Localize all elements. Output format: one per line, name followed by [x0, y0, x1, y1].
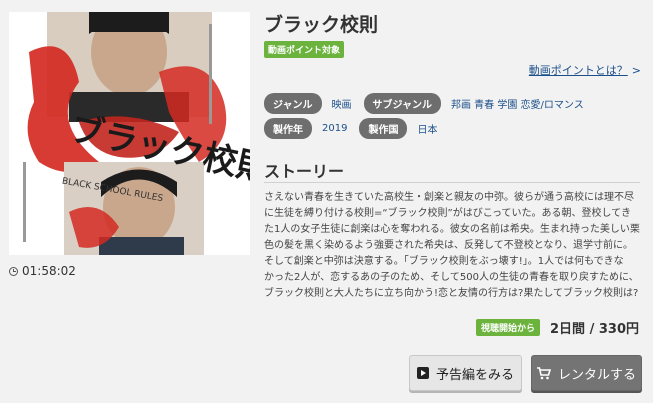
- movie-poster: ブラック校則 BLACK SCHOOL RULES: [9, 12, 250, 255]
- viewing-start-badge: 視聴開始から: [476, 319, 541, 336]
- poster-art: ブラック校則 BLACK SCHOOL RULES: [9, 12, 250, 255]
- year-label: 製作年: [264, 118, 312, 139]
- story-heading: ストーリー: [264, 162, 345, 181]
- chevron-right-icon: >: [631, 64, 641, 77]
- clock-icon: [9, 266, 18, 276]
- year-value[interactable]: 2019: [322, 123, 347, 134]
- rental-price: 2日間 / 330円: [550, 322, 639, 337]
- subgenre-value[interactable]: 邦画 青春 学園 恋愛/ロマンス: [451, 96, 584, 111]
- page-title: ブラック校則: [264, 14, 379, 36]
- story-text: さえない青春を生きていた高校生・創楽と親友の中弥。彼らが通う高校には理不尽 に生…: [264, 192, 640, 299]
- video-point-help-label: 動画ポイントとは？: [528, 64, 628, 77]
- genre-value[interactable]: 映画: [332, 96, 352, 111]
- story-divider: [264, 182, 640, 183]
- cart-icon: [536, 366, 551, 379]
- price-row: 視聴開始から 2日間 / 330円: [476, 318, 639, 337]
- subgenre-label: サブジャンル: [363, 93, 441, 114]
- country-label: 製作国: [359, 118, 408, 139]
- video-point-help-link[interactable]: 動画ポイントとは？ >: [529, 62, 641, 78]
- watch-trailer-button[interactable]: 予告編をみる: [409, 355, 522, 391]
- genre-label: ジャンル: [264, 93, 322, 114]
- duration: 01:58:02: [9, 264, 76, 278]
- meta-row-genre: ジャンル 映画 サブジャンル 邦画 青春 学園 恋愛/ロマンス: [264, 93, 596, 114]
- rent-button[interactable]: レンタルする: [531, 355, 642, 391]
- video-point-badge: 動画ポイント対象: [264, 41, 345, 58]
- play-icon: [416, 367, 429, 379]
- country-value[interactable]: 日本: [417, 121, 437, 136]
- watch-trailer-label: 予告編をみる: [435, 367, 514, 383]
- rent-label: レンタルする: [557, 367, 636, 383]
- meta-row-production: 製作年 2019 製作国 日本: [264, 118, 449, 139]
- duration-value: 01:58:02: [22, 264, 76, 278]
